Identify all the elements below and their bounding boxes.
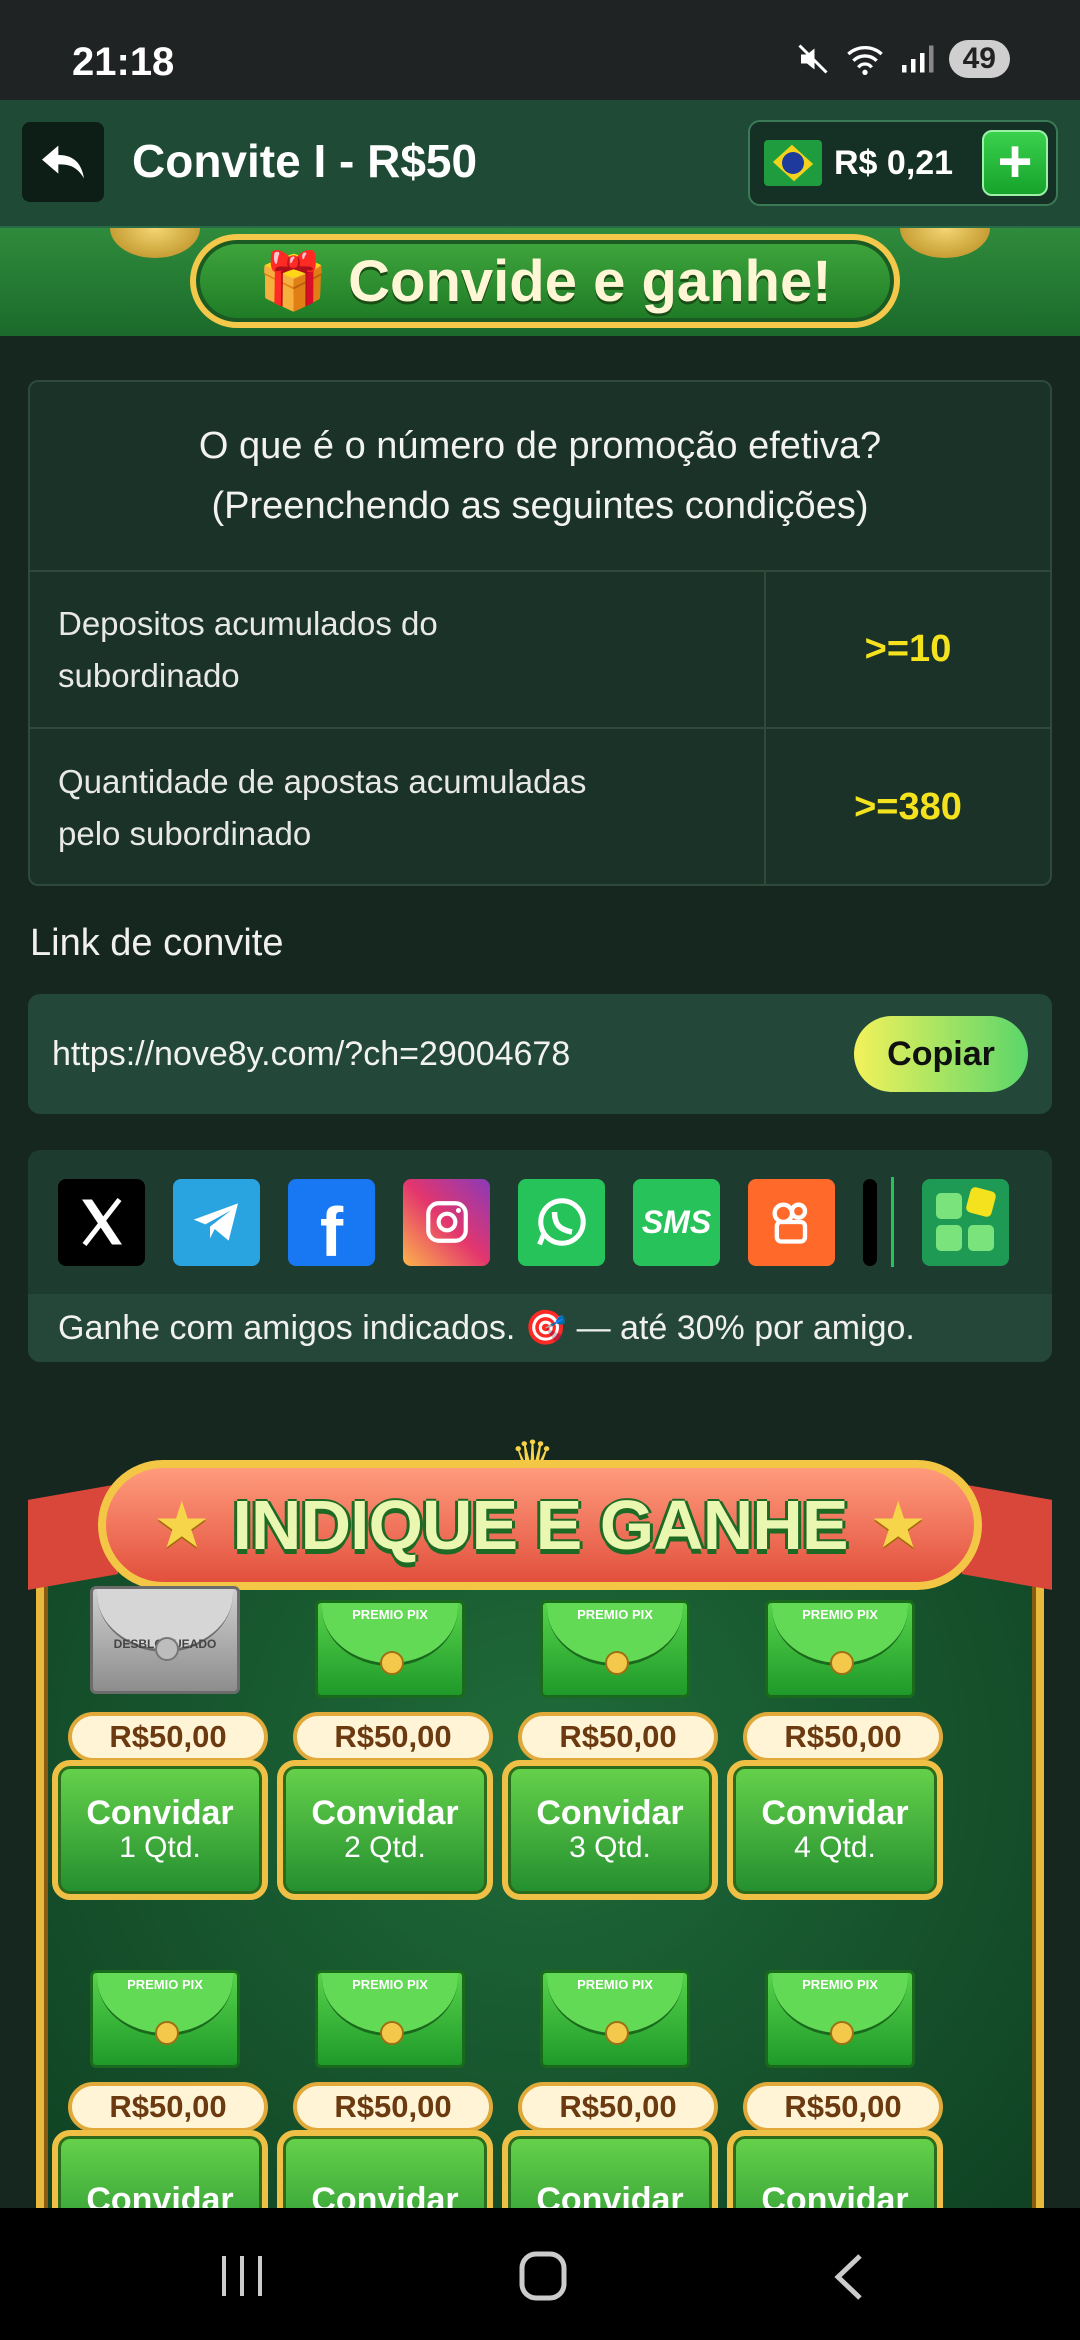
envelope-icon: PREMIO PIX xyxy=(765,1600,915,1698)
home-icon[interactable] xyxy=(518,2250,568,2302)
balance-amount: R$ 0,21 xyxy=(834,143,954,182)
reward-price: R$50,00 xyxy=(743,1712,943,1762)
invite-button[interactable]: Convidar 3 Qtd. xyxy=(502,1760,718,1900)
conditions-subtitle: (Preenchendo as seguintes condições) xyxy=(211,485,869,527)
status-bar: 21:18 49 xyxy=(0,0,1080,100)
page: 21:18 49 Convite I - R$50 R$ 0,21 + 🎁 Co… xyxy=(0,0,1080,2340)
envelope-icon: PREMIO PIX xyxy=(315,1970,465,2068)
invite-banner: 🎁 Convide e ganhe! xyxy=(0,228,1080,336)
reward-price: R$50,00 xyxy=(518,2082,718,2132)
invite-link-box: https://nove8y.com/?ch=29004678 Copiar xyxy=(28,994,1052,1114)
invite-button[interactable]: Convidar 4 Qtd. xyxy=(727,1760,943,1900)
battery-indicator: 49 xyxy=(948,40,1010,78)
banner-pill: 🎁 Convide e ganhe! xyxy=(190,234,900,328)
brazil-flag-icon xyxy=(764,140,822,186)
envelope-icon: PREMIO PIX xyxy=(540,1970,690,2068)
back-button[interactable] xyxy=(22,122,104,202)
condition-label: Depositos acumulados do subordinado xyxy=(30,572,766,727)
invite-button[interactable]: Convidar 1 Qtd. xyxy=(52,1760,268,1900)
sms-icon[interactable]: SMS xyxy=(633,1178,720,1266)
banner-text: Convide e ganhe! xyxy=(348,248,832,314)
tiktok-icon[interactable] xyxy=(863,1178,877,1266)
condition-label: Quantidade de apostas acumuladas pelo sub… xyxy=(30,729,766,884)
reward-price: R$50,00 xyxy=(68,2082,268,2132)
app-header: Convite I - R$50 R$ 0,21 + xyxy=(0,100,1080,228)
condition-row-bets: Quantidade de apostas acumuladas pelo sub… xyxy=(30,729,1050,884)
invite-url[interactable]: https://nove8y.com/?ch=29004678 xyxy=(52,1035,854,1074)
star-icon: ★ xyxy=(153,1488,211,1561)
coin-icon xyxy=(900,228,990,258)
reward-price: R$50,00 xyxy=(743,2082,943,2132)
conditions-question: O que é o número de promoção efetiva? xyxy=(198,425,882,467)
status-icons: 49 xyxy=(795,40,1010,78)
coin-icon xyxy=(110,228,200,258)
recent-apps-icon[interactable] xyxy=(218,2254,268,2298)
condition-row-deposits: Depositos acumulados do subordinado >=10 xyxy=(30,572,1050,729)
instagram-icon[interactable] xyxy=(403,1178,490,1266)
back-arrow-icon xyxy=(42,145,84,179)
envelope-icon: PREMIO PIX xyxy=(540,1600,690,1698)
signal-icon xyxy=(901,45,934,73)
share-note: Ganhe com amigos indicados. 🎯 — até 30% … xyxy=(28,1294,1052,1362)
back-nav-icon[interactable] xyxy=(828,2252,868,2302)
deposit-plus-button[interactable]: + xyxy=(982,130,1048,196)
envelope-icon: PREMIO PIX xyxy=(315,1600,465,1698)
share-panel: f SMS Ganhe com amigos indicados. 🎯 — at… xyxy=(28,1150,1052,1362)
envelope-icon: PREMIO PIX xyxy=(765,1970,915,2068)
whatsapp-icon[interactable] xyxy=(518,1178,605,1266)
reward-price: R$50,00 xyxy=(518,1712,718,1762)
indique-section: ♛ ★ INDIQUE E GANHE ★ DESBLOQUEADO R$50,… xyxy=(28,1430,1052,2270)
copy-button[interactable]: Copiar xyxy=(854,1016,1028,1092)
conditions-table: O que é o número de promoção efetiva? (P… xyxy=(28,380,1052,886)
reward-price: R$50,00 xyxy=(293,1712,493,1762)
indique-title: INDIQUE E GANHE xyxy=(232,1486,848,1564)
conditions-header: O que é o número de promoção efetiva? (P… xyxy=(30,382,1050,572)
condition-value: >=380 xyxy=(854,786,962,828)
reward-price: R$50,00 xyxy=(68,1712,268,1762)
more-apps-icon[interactable] xyxy=(922,1178,1009,1266)
page-title: Convite I - R$50 xyxy=(132,135,478,187)
wallet-balance[interactable]: R$ 0,21 + xyxy=(748,120,1058,206)
wifi-icon xyxy=(846,46,883,75)
mute-icon xyxy=(798,44,828,74)
x-icon[interactable] xyxy=(58,1178,145,1266)
system-nav-bar xyxy=(0,2208,1080,2340)
star-icon: ★ xyxy=(869,1488,927,1561)
telegram-icon[interactable] xyxy=(173,1178,260,1266)
status-time: 21:18 xyxy=(72,40,175,84)
condition-value: >=10 xyxy=(864,628,952,670)
share-icons-row: f SMS xyxy=(28,1150,1052,1294)
envelope-unlocked-icon: DESBLOQUEADO xyxy=(90,1586,240,1694)
divider xyxy=(891,1177,894,1267)
kwai-icon[interactable] xyxy=(748,1178,835,1266)
gift-icon: 🎁 xyxy=(258,249,329,312)
indique-ribbon: ★ INDIQUE E GANHE ★ xyxy=(98,1460,982,1590)
reward-price: R$50,00 xyxy=(293,2082,493,2132)
facebook-icon[interactable]: f xyxy=(288,1178,375,1271)
invite-link-label: Link de convite xyxy=(30,922,284,964)
envelope-icon: PREMIO PIX xyxy=(90,1970,240,2068)
invite-button[interactable]: Convidar 2 Qtd. xyxy=(277,1760,493,1900)
